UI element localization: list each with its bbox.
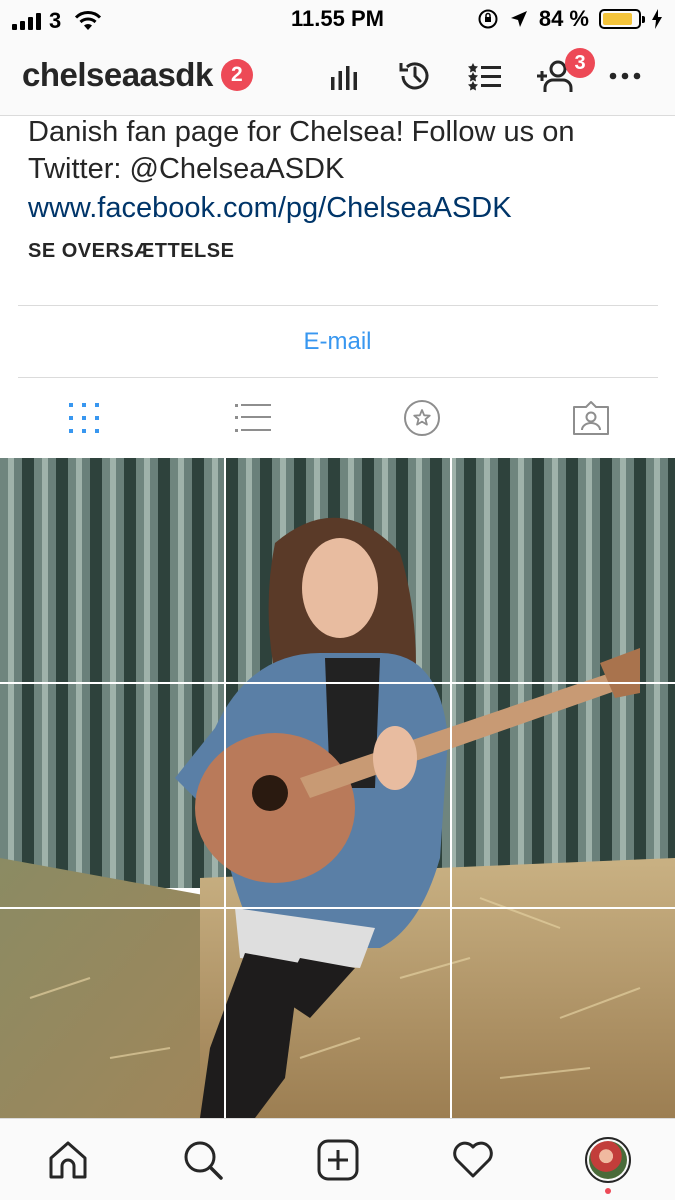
grid-post-tile[interactable] — [226, 909, 450, 1118]
tab-search[interactable] — [135, 1119, 270, 1200]
insights-icon — [331, 66, 357, 90]
profile-view-tabs — [0, 380, 675, 456]
profile-bio: Danish fan page for Chelsea! Follow us o… — [28, 114, 648, 263]
follow-requests-badge: 3 — [565, 48, 595, 78]
profile-username[interactable]: chelseaasdk — [22, 56, 213, 94]
location-icon — [510, 11, 527, 27]
grid-post-tile[interactable] — [452, 684, 675, 907]
list-view-icon — [235, 404, 272, 432]
battery-level — [603, 13, 632, 25]
profile-avatar — [584, 1136, 631, 1183]
email-contact-button[interactable]: E-mail — [0, 306, 675, 378]
home-icon — [49, 1141, 86, 1178]
grid-post-tile[interactable] — [226, 684, 450, 907]
divider — [18, 377, 658, 378]
tab-saved[interactable] — [338, 380, 507, 456]
notification-dot — [604, 1188, 611, 1194]
bio-website-link[interactable]: www.facebook.com/pg/ChelseaASDK — [28, 188, 648, 228]
status-bar: 3 11.55 PM 84 % — [0, 0, 675, 40]
tab-activity[interactable] — [405, 1119, 540, 1200]
profile-header: chelseaasdk 2 3 — [0, 40, 675, 116]
grid-post-tile[interactable] — [452, 458, 675, 682]
archive-icon — [399, 62, 429, 90]
options-button[interactable] — [603, 54, 647, 98]
bottom-tab-bar — [0, 1118, 675, 1200]
grid-post-tile[interactable] — [0, 684, 224, 907]
bio-text: Danish fan page for Chelsea! Follow us o… — [28, 116, 575, 185]
grid-post-tile[interactable] — [226, 458, 450, 682]
charging-icon — [652, 9, 662, 29]
battery-icon — [599, 9, 645, 29]
rotation-lock-icon — [478, 9, 498, 29]
follow-requests-button[interactable]: 3 — [533, 48, 595, 98]
tab-grid[interactable] — [0, 380, 169, 456]
tab-list[interactable] — [169, 380, 338, 456]
posts-grid — [0, 458, 675, 1118]
more-icon — [609, 72, 641, 80]
account-switcher[interactable]: chelseaasdk 2 — [22, 56, 253, 94]
see-translation-button[interactable]: SE OVERSÆTTELSE — [28, 240, 648, 263]
account-notification-badge: 2 — [220, 59, 253, 91]
tab-profile[interactable] — [540, 1119, 675, 1200]
activity-icon — [452, 1141, 493, 1177]
tab-home[interactable] — [0, 1119, 135, 1200]
grid-post-tile[interactable] — [0, 909, 224, 1118]
tagged-icon — [572, 401, 609, 435]
battery-percent: 84 % — [538, 6, 589, 31]
search-icon — [184, 1141, 223, 1180]
grid-icon — [69, 403, 100, 433]
grid-post-tile[interactable] — [0, 458, 224, 682]
list-icon — [468, 63, 501, 91]
insights-button[interactable] — [323, 54, 367, 98]
archive-button[interactable] — [393, 54, 437, 98]
tab-tagged[interactable] — [506, 380, 675, 456]
grid-post-tile[interactable] — [452, 909, 675, 1118]
saved-icon — [403, 400, 440, 436]
avatar-image — [588, 1140, 627, 1179]
new-post-icon — [317, 1139, 358, 1180]
tab-new-post[interactable] — [270, 1119, 405, 1200]
discover-people-list-button[interactable] — [463, 54, 507, 98]
